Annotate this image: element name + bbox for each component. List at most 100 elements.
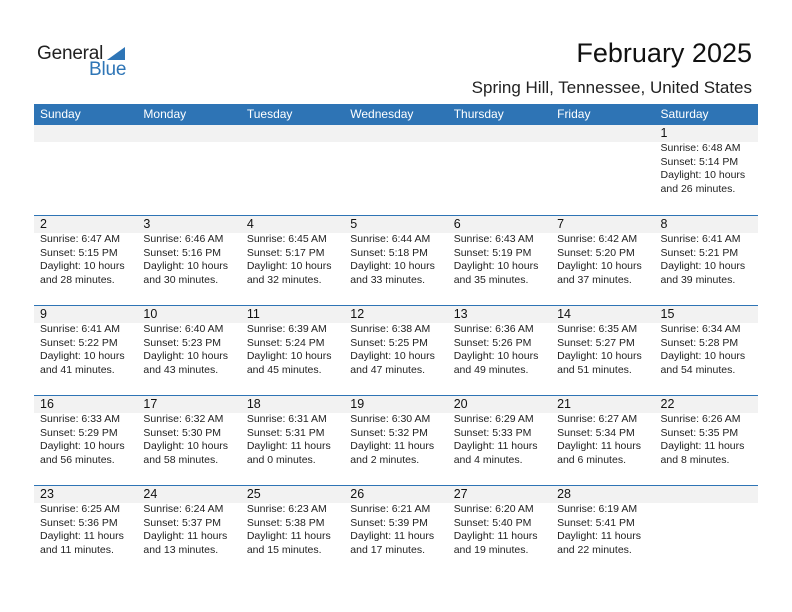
daylight-hours: Daylight: 11 hours [557, 440, 641, 452]
sunrise-time: Sunrise: 6:24 AM [143, 503, 224, 515]
sunrise-time: Sunrise: 6:33 AM [40, 413, 120, 425]
sun-info: Sunrise: 6:25 AM Sunset: 5:36 PM Daylight:… [40, 503, 137, 557]
daylight-minutes: and 22 minutes. [557, 543, 632, 556]
weekday-header: Sunday Monday Tuesday Wednesday Thursday… [34, 104, 758, 125]
day-number: 25 [246, 487, 261, 501]
daylight-minutes: and 37 minutes. [557, 273, 632, 286]
day-cell: 26 Sunrise: 6:21 AM Sunset: 5:39 PM Dayligh… [344, 486, 447, 575]
sunset-time: Sunset: 5:37 PM [143, 516, 222, 529]
empty-day-cell [448, 125, 551, 215]
sunrise-time: Sunrise: 6:27 AM [557, 413, 638, 425]
week-cells: 1 Sunrise: 6:48 AM Sunset: 5:14 PM Daylight… [34, 125, 758, 215]
day-number: 4 [246, 217, 254, 231]
sun-info: Sunrise: 6:32 AM Sunset: 5:30 PM Daylight:… [143, 413, 240, 467]
daylight-hours: Daylight: 11 hours [246, 530, 331, 542]
sun-info: Sunrise: 6:35 AM Sunset: 5:27 PM Daylight:… [557, 323, 654, 377]
sunrise-time: Sunrise: 6:19 AM [557, 503, 638, 515]
sun-info: Sunrise: 6:33 AM Sunset: 5:29 PM Daylight:… [40, 413, 137, 467]
daylight-minutes: and 35 minutes. [453, 273, 529, 286]
sunset-time: Sunset: 5:22 PM [40, 336, 118, 349]
daylight-minutes: and 13 minutes. [143, 543, 219, 556]
week-row: 1 Sunrise: 6:48 AM Sunset: 5:14 PM Daylight… [34, 125, 758, 215]
day-number: 28 [557, 487, 572, 501]
daylight-hours: Daylight: 10 hours [660, 260, 746, 272]
daylight-minutes: and 0 minutes. [246, 453, 316, 466]
daylight-hours: Daylight: 10 hours [40, 440, 125, 452]
day-number: 1 [660, 126, 668, 140]
day-number: 10 [143, 307, 158, 321]
daylight-minutes: and 39 minutes. [660, 273, 736, 286]
sun-info: Sunrise: 6:26 AM Sunset: 5:35 PM Daylight:… [661, 413, 758, 467]
sun-info: Sunrise: 6:41 AM Sunset: 5:22 PM Daylight:… [40, 323, 137, 377]
daylight-hours: Daylight: 11 hours [350, 530, 435, 542]
day-cell: 18 Sunrise: 6:31 AM Sunset: 5:31 PM Dayligh… [241, 396, 344, 485]
sunset-time: Sunset: 5:17 PM [246, 246, 325, 259]
daylight-hours: Daylight: 10 hours [246, 350, 332, 362]
daylight-minutes: and 33 minutes. [350, 273, 425, 286]
weeks-container: 1 Sunrise: 6:48 AM Sunset: 5:14 PM Daylight… [34, 125, 758, 575]
day-cell: 14 Sunrise: 6:35 AM Sunset: 5:27 PM Dayligh… [551, 306, 654, 395]
sun-info: Sunrise: 6:38 AM Sunset: 5:25 PM Daylight:… [350, 323, 447, 377]
day-number: 14 [557, 307, 572, 321]
sunset-time: Sunset: 5:24 PM [246, 336, 325, 349]
sunrise-time: Sunrise: 6:38 AM [350, 323, 431, 335]
week-row: 9 Sunrise: 6:41 AM Sunset: 5:22 PM Daylight… [34, 305, 758, 395]
day-number: 6 [453, 217, 461, 231]
day-cell: 1 Sunrise: 6:48 AM Sunset: 5:14 PM Daylight… [655, 125, 758, 215]
sunset-time: Sunset: 5:34 PM [557, 426, 635, 439]
day-cell: 4 Sunrise: 6:45 AM Sunset: 5:17 PM Daylight… [241, 216, 344, 305]
day-cell: 28 Sunrise: 6:19 AM Sunset: 5:41 PM Dayligh… [551, 486, 654, 575]
sunrise-time: Sunrise: 6:39 AM [246, 323, 327, 335]
sun-info: Sunrise: 6:23 AM Sunset: 5:38 PM Daylight:… [247, 503, 344, 557]
daylight-hours: Daylight: 10 hours [453, 350, 539, 362]
daylight-hours: Daylight: 11 hours [40, 530, 124, 542]
sun-info: Sunrise: 6:34 AM Sunset: 5:28 PM Daylight:… [661, 323, 758, 377]
day-number: 15 [660, 307, 675, 321]
day-number: 13 [453, 307, 468, 321]
day-cell: 22 Sunrise: 6:26 AM Sunset: 5:35 PM Dayligh… [655, 396, 758, 485]
daylight-hours: Daylight: 11 hours [660, 440, 745, 452]
daylight-minutes: and 45 minutes. [246, 363, 322, 376]
sunset-time: Sunset: 5:26 PM [453, 336, 532, 349]
sunrise-time: Sunrise: 6:47 AM [40, 233, 120, 245]
sunset-time: Sunset: 5:35 PM [660, 426, 739, 439]
sunrise-time: Sunrise: 6:43 AM [453, 233, 534, 245]
sun-info: Sunrise: 6:27 AM Sunset: 5:34 PM Daylight:… [557, 413, 654, 467]
sunset-time: Sunset: 5:40 PM [453, 516, 532, 529]
day-cell: 17 Sunrise: 6:32 AM Sunset: 5:30 PM Dayligh… [137, 396, 240, 485]
day-number: 24 [143, 487, 158, 501]
sunrise-time: Sunrise: 6:42 AM [557, 233, 638, 245]
sunset-time: Sunset: 5:36 PM [40, 516, 118, 529]
sunset-time: Sunset: 5:16 PM [143, 246, 222, 259]
daylight-hours: Daylight: 10 hours [660, 169, 746, 181]
sunset-time: Sunset: 5:33 PM [453, 426, 532, 439]
daylight-minutes: and 15 minutes. [246, 543, 322, 556]
day-cell: 13 Sunrise: 6:36 AM Sunset: 5:26 PM Dayligh… [448, 306, 551, 395]
day-cell: 12 Sunrise: 6:38 AM Sunset: 5:25 PM Dayligh… [344, 306, 447, 395]
daylight-minutes: and 43 minutes. [143, 363, 219, 376]
daylight-hours: Daylight: 10 hours [557, 350, 642, 362]
sun-info: Sunrise: 6:20 AM Sunset: 5:40 PM Daylight:… [454, 503, 551, 557]
daylight-hours: Daylight: 10 hours [350, 260, 435, 272]
sunset-time: Sunset: 5:30 PM [143, 426, 222, 439]
daylight-minutes: and 54 minutes. [660, 363, 736, 376]
day-number: 17 [143, 397, 158, 411]
day-cell: 2 Sunrise: 6:47 AM Sunset: 5:15 PM Daylight… [34, 216, 137, 305]
day-cell: 24 Sunrise: 6:24 AM Sunset: 5:37 PM Dayligh… [137, 486, 240, 575]
day-number: 26 [350, 487, 365, 501]
day-cell: 23 Sunrise: 6:25 AM Sunset: 5:36 PM Dayligh… [34, 486, 137, 575]
sunset-time: Sunset: 5:14 PM [660, 155, 739, 168]
daylight-minutes: and 28 minutes. [40, 273, 115, 286]
daylight-hours: Daylight: 11 hours [350, 440, 435, 452]
daylight-minutes: and 8 minutes. [660, 453, 730, 466]
day-number: 19 [350, 397, 365, 411]
sun-info: Sunrise: 6:31 AM Sunset: 5:31 PM Daylight:… [247, 413, 344, 467]
daylight-hours: Daylight: 11 hours [246, 440, 331, 452]
page-title: February 2025 [576, 38, 752, 68]
empty-day-cell [34, 125, 137, 215]
day-number: 22 [660, 397, 675, 411]
daylight-minutes: and 4 minutes. [453, 453, 523, 466]
sunset-time: Sunset: 5:21 PM [660, 246, 739, 259]
daylight-hours: Daylight: 11 hours [453, 440, 538, 452]
sun-info: Sunrise: 6:21 AM Sunset: 5:39 PM Daylight:… [350, 503, 447, 557]
